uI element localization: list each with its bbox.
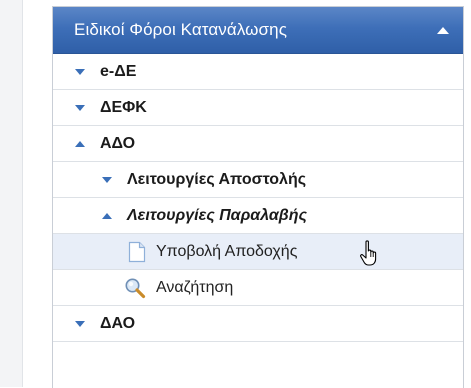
menu-item-defk[interactable]: ΔΕΦΚ (53, 90, 463, 126)
magnifier-search-icon (125, 278, 146, 298)
menu-item-label: ΔΑΟ (100, 314, 136, 332)
expand-arrow-icon (75, 68, 85, 75)
document-icon (128, 241, 146, 262)
menu-item-send-operations[interactable]: Λειτουργίες Αποστολής (53, 162, 463, 198)
excise-tax-menu-panel: Ειδικοί Φόροι Κατανάλωσης e-ΔΕ ΔΕΦΚ ΑΔΟ … (52, 6, 464, 388)
menu-item-label: Υποβολή Αποδοχής (156, 242, 298, 260)
menu-item-ado[interactable]: ΑΔΟ (53, 126, 463, 162)
expand-arrow-icon (75, 104, 85, 111)
menu-item-label: Λειτουργίες Παραλαβής (127, 206, 308, 224)
menu-item-receive-operations[interactable]: Λειτουργίες Παραλαβής (53, 198, 463, 234)
expand-arrow-icon (102, 176, 112, 183)
menu-item-label: ΑΔΟ (100, 134, 136, 152)
menu-header[interactable]: Ειδικοί Φόροι Κατανάλωσης (53, 7, 463, 54)
menu-item-search[interactable]: Αναζήτηση (53, 270, 463, 306)
left-gutter (0, 0, 23, 387)
expand-arrow-icon (75, 320, 85, 327)
menu-item-label: ΔΕΦΚ (100, 98, 147, 116)
menu-item-label: Αναζήτηση (156, 278, 234, 296)
collapse-arrow-icon (102, 212, 112, 219)
menu-item-e-de[interactable]: e-ΔΕ (53, 54, 463, 90)
menu-item-submit-acceptance[interactable]: Υποβολή Αποδοχής (53, 234, 463, 270)
collapse-arrow-icon (75, 140, 85, 147)
hand-pointer-cursor-icon (360, 240, 377, 266)
collapse-caret-icon[interactable] (437, 27, 449, 34)
menu-item-dao[interactable]: ΔΑΟ (53, 306, 463, 342)
menu-item-label: Λειτουργίες Αποστολής (127, 170, 307, 188)
menu-item-label: e-ΔΕ (100, 62, 137, 80)
menu-title: Ειδικοί Φόροι Κατανάλωσης (74, 20, 287, 39)
